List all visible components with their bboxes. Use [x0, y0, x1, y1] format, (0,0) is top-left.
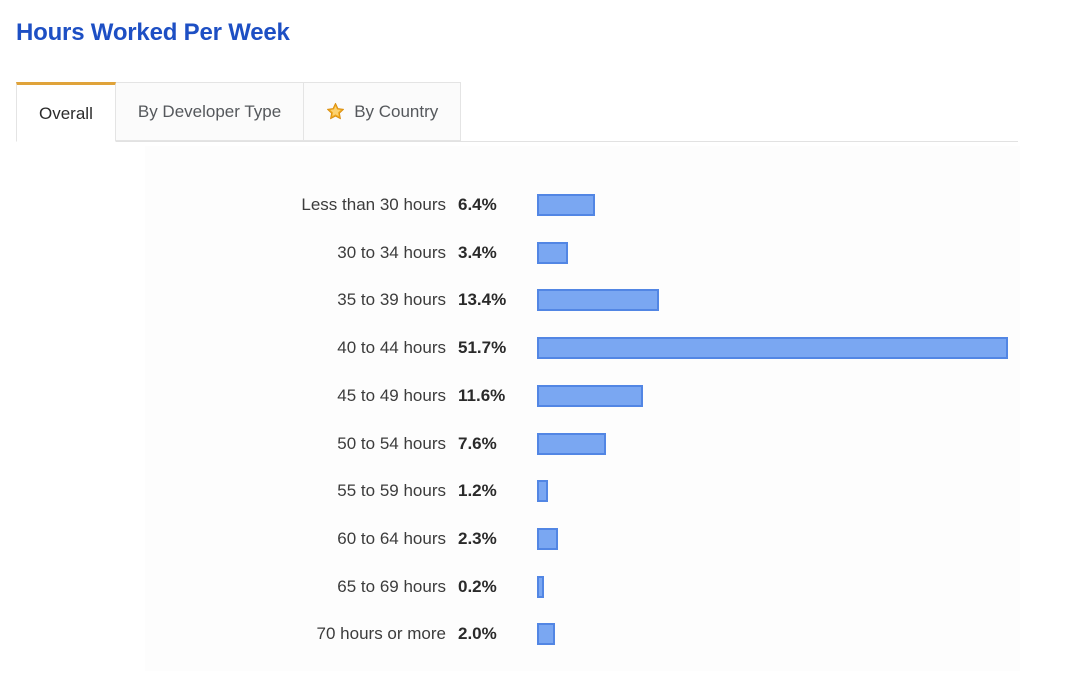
bar	[537, 384, 643, 407]
bar-track	[537, 241, 568, 264]
bar	[537, 480, 548, 503]
bar-value-label: 1.2%	[458, 481, 497, 501]
bar-value-label: 11.6%	[458, 385, 506, 405]
hours-worked-panel: Hours Worked Per Week Overall By Develope…	[0, 0, 1080, 678]
tab-bar: Overall By Developer Type By Country	[16, 82, 1018, 142]
chart-row: 65 to 69 hours 0.2%	[0, 570, 1080, 604]
bar-track	[537, 289, 660, 312]
chart-row: 35 to 39 hours 13.4%	[0, 283, 1080, 317]
star-icon	[326, 102, 345, 121]
chart-row: 55 to 59 hours 1.2%	[0, 474, 1080, 508]
bar	[537, 623, 556, 646]
tab-label: By Country	[354, 102, 439, 121]
bar	[537, 241, 568, 264]
bar-track	[537, 384, 643, 407]
bar-value-label: 7.6%	[458, 433, 497, 453]
bar-track	[537, 337, 1008, 360]
bar-value-label: 13.4%	[458, 290, 507, 310]
chart-row: 60 to 64 hours 2.3%	[0, 522, 1080, 556]
bar	[537, 432, 607, 455]
bar-category-label: 40 to 44 hours	[337, 338, 446, 358]
bar-category-label: 30 to 34 hours	[337, 242, 446, 262]
bar-category-label: 45 to 49 hours	[337, 385, 446, 405]
bar	[537, 337, 1008, 360]
tab-by-country[interactable]: By Country	[304, 82, 462, 141]
bar-category-label: 70 hours or more	[316, 624, 446, 644]
bar-value-label: 3.4%	[458, 242, 497, 262]
bar-value-label: 2.0%	[458, 624, 497, 644]
bar	[537, 527, 558, 550]
bar-value-label: 2.3%	[458, 528, 497, 548]
bar	[537, 194, 596, 216]
chart-row: Less than 30 hours 6.4%	[0, 188, 1080, 222]
bar-value-label: 51.7%	[458, 338, 507, 358]
bar-track	[537, 527, 558, 550]
chart-row: 45 to 49 hours 11.6%	[0, 379, 1080, 413]
page-title: Hours Worked Per Week	[16, 19, 290, 46]
bar	[537, 575, 544, 598]
bar-category-label: 50 to 54 hours	[337, 433, 446, 453]
chart-row: 50 to 54 hours 7.6%	[0, 427, 1080, 461]
chart-row: 70 hours or more 2.0%	[0, 617, 1080, 651]
bar-track	[537, 480, 548, 503]
bar-track	[537, 194, 596, 216]
tab-overall[interactable]: Overall	[16, 82, 116, 142]
bar-track	[537, 623, 556, 646]
bar-category-label: 65 to 69 hours	[337, 576, 446, 596]
bar-track	[537, 575, 544, 598]
tab-label: By Developer Type	[137, 102, 282, 121]
bar-value-label: 6.4%	[458, 195, 497, 214]
bar-track	[537, 432, 607, 455]
bar-category-label: 35 to 39 hours	[337, 290, 446, 310]
chart-row: 30 to 34 hours 3.4%	[0, 236, 1080, 270]
chart-row: 40 to 44 hours 51.7%	[0, 331, 1080, 365]
tab-bar-underline	[16, 141, 1018, 142]
tab-label: Overall	[39, 103, 93, 123]
bar	[537, 289, 660, 312]
bar-category-label: 60 to 64 hours	[337, 528, 446, 548]
bar-category-label: 55 to 59 hours	[337, 481, 446, 501]
bar-value-label: 0.2%	[458, 576, 497, 596]
tab-by-developer-type[interactable]: By Developer Type	[115, 82, 305, 141]
bar-category-label: Less than 30 hours	[301, 195, 446, 214]
